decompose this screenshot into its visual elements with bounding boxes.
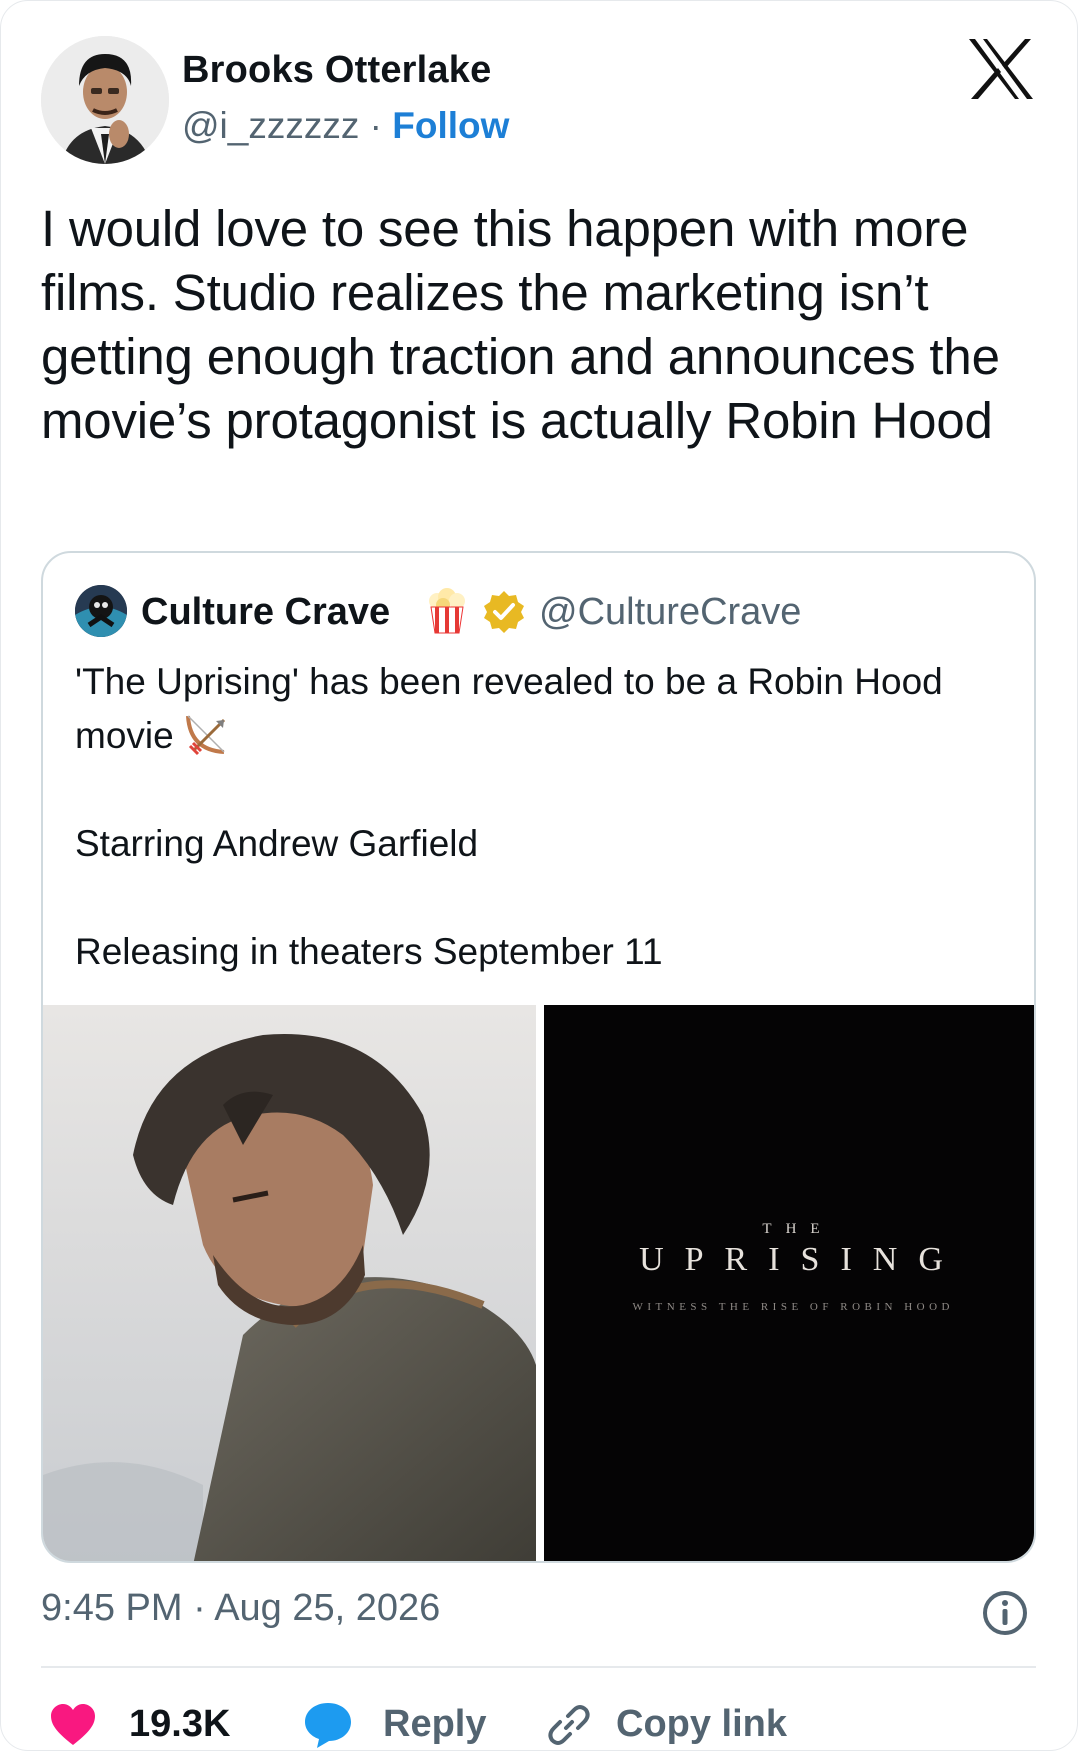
quoted-media-photo[interactable] — [43, 1005, 536, 1561]
quoted-tweet[interactable]: Culture Crave @CultureCrave 'The Uprisin… — [41, 551, 1036, 1563]
author-avatar[interactable] — [41, 36, 169, 164]
popcorn-emoji-icon — [429, 588, 465, 634]
author-name[interactable]: Brooks Otterlake — [182, 49, 491, 92]
meta-separator: · — [369, 105, 382, 146]
quoted-author-handle: @CultureCrave — [539, 591, 802, 633]
copy-link-label: Copy link — [616, 1703, 788, 1745]
x-logo-icon[interactable] — [967, 37, 1035, 101]
reply-bubble-icon — [305, 1702, 351, 1748]
quoted-media-poster[interactable]: THE UPRISING WITNESS THE RISE OF ROBIN H… — [544, 1005, 1034, 1561]
author-handle[interactable]: @i_zzzzzz — [182, 105, 359, 146]
like-count: 19.3K — [129, 1703, 231, 1745]
culture-crave-logo-icon — [75, 585, 127, 637]
author-meta: @i_zzzzzz · Follow — [182, 105, 509, 147]
link-icon — [548, 1704, 590, 1745]
divider — [41, 1666, 1036, 1668]
quoted-author-name: Culture Crave — [141, 591, 391, 633]
bow-and-arrow-icon — [185, 715, 225, 756]
copy-link-button[interactable]: Copy link — [546, 1697, 787, 1752]
quoted-text-line2: Starring Andrew Garfield — [75, 823, 479, 864]
follow-button[interactable]: Follow — [392, 105, 509, 146]
tweet-text: I would love to see this happen with mor… — [41, 200, 1000, 449]
tweet-card: Brooks Otterlake @i_zzzzzz · Follow I wo… — [0, 0, 1078, 1751]
like-button[interactable]: 19.3K — [49, 1697, 230, 1752]
heart-icon — [51, 1703, 95, 1745]
quoted-text: 'The Uprising' has been revealed to be a… — [75, 655, 1005, 979]
poster-title: UPRISING — [639, 1241, 964, 1278]
reply-label: Reply — [383, 1703, 487, 1745]
verified-badge-icon — [484, 591, 524, 633]
info-icon[interactable] — [981, 1589, 1029, 1637]
quoted-avatar — [75, 585, 127, 637]
actor-portrait-image — [43, 1005, 536, 1561]
tweet-timestamp[interactable]: 9:45 PM · Aug 25, 2026 — [41, 1587, 440, 1630]
quoted-text-line3: Releasing in theaters September 11 — [75, 931, 663, 972]
poster-tagline: WITNESS THE RISE OF ROBIN HOOD — [632, 1301, 954, 1313]
poster-the-text: THE — [762, 1221, 834, 1237]
reply-button[interactable]: Reply — [303, 1697, 486, 1752]
avatar-photo — [41, 36, 169, 164]
